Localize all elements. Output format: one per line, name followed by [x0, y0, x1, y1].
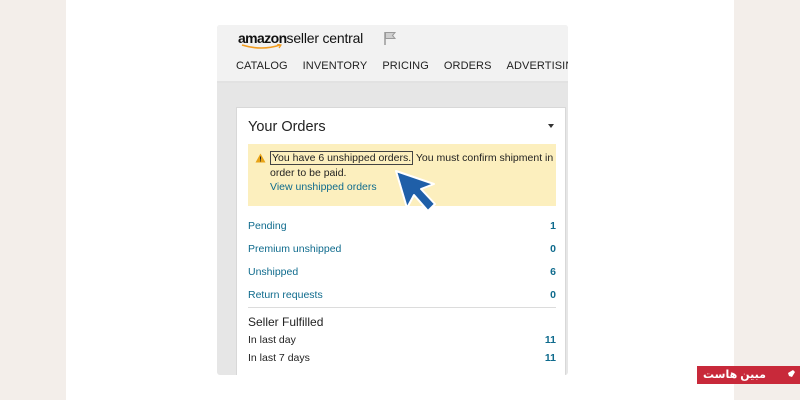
watermark-text: مبین هاست: [703, 369, 766, 381]
nav-inventory[interactable]: INVENTORY: [303, 60, 368, 72]
row-label[interactable]: Pending: [248, 219, 287, 233]
section-divider: [248, 307, 556, 308]
row-label[interactable]: Premium unshipped: [248, 242, 341, 256]
amazon-smile-icon: [241, 44, 282, 49]
nav-pricing[interactable]: PRICING: [382, 60, 429, 72]
logo-product: seller central: [286, 30, 364, 46]
seller-fulfilled-title: Seller Fulfilled: [248, 315, 324, 329]
list-item: In last day 11: [248, 332, 556, 350]
row-label: In last 7 days: [248, 352, 310, 364]
amazon-seller-central-logo[interactable]: amazonseller central: [238, 30, 364, 49]
site-watermark: مبین هاست: [697, 366, 800, 384]
list-item: In last 7 days 11: [248, 350, 556, 368]
card-title: Your Orders: [248, 119, 326, 135]
order-status-list: Pending 1 Premium unshipped 0 Unshipped …: [248, 217, 556, 309]
nav-divider: [217, 81, 568, 83]
list-item[interactable]: Pending 1: [248, 217, 556, 240]
seller-fulfilled-list: In last day 11 In last 7 days 11: [248, 332, 556, 368]
pointer-arrow-icon: [395, 170, 436, 212]
flag-icon[interactable]: [382, 30, 398, 46]
row-count[interactable]: 0: [550, 242, 556, 256]
row-count[interactable]: 1: [550, 219, 556, 233]
your-orders-card: Your Orders You have 6 unshipped orders.…: [236, 107, 566, 375]
row-label: In last day: [248, 334, 296, 346]
seller-central-header: amazonseller central CATALOG INVENTORY P…: [217, 25, 568, 83]
row-label[interactable]: Return requests: [248, 288, 323, 302]
seller-central-screenshot: amazonseller central CATALOG INVENTORY P…: [217, 25, 568, 375]
list-item[interactable]: Return requests 0: [248, 286, 556, 309]
row-count[interactable]: 6: [550, 265, 556, 279]
card-menu-caret-icon[interactable]: [548, 124, 554, 128]
nav-advertising[interactable]: ADVERTISING: [507, 60, 568, 72]
alert-highlight: You have 6 unshipped orders.: [270, 151, 414, 165]
nav-orders[interactable]: ORDERS: [444, 60, 492, 72]
row-count[interactable]: 11: [545, 352, 556, 364]
view-unshipped-orders-link[interactable]: View unshipped orders: [270, 181, 377, 193]
list-item[interactable]: Unshipped 6: [248, 263, 556, 286]
row-count[interactable]: 11: [545, 334, 556, 346]
list-item[interactable]: Premium unshipped 0: [248, 240, 556, 263]
nav-catalog[interactable]: CATALOG: [236, 60, 288, 72]
main-nav: CATALOG INVENTORY PRICING ORDERS ADVERTI…: [236, 60, 568, 72]
row-label[interactable]: Unshipped: [248, 265, 298, 279]
row-count[interactable]: 0: [550, 288, 556, 302]
rocket-logo-icon: [786, 370, 795, 379]
warning-icon: [255, 153, 266, 163]
